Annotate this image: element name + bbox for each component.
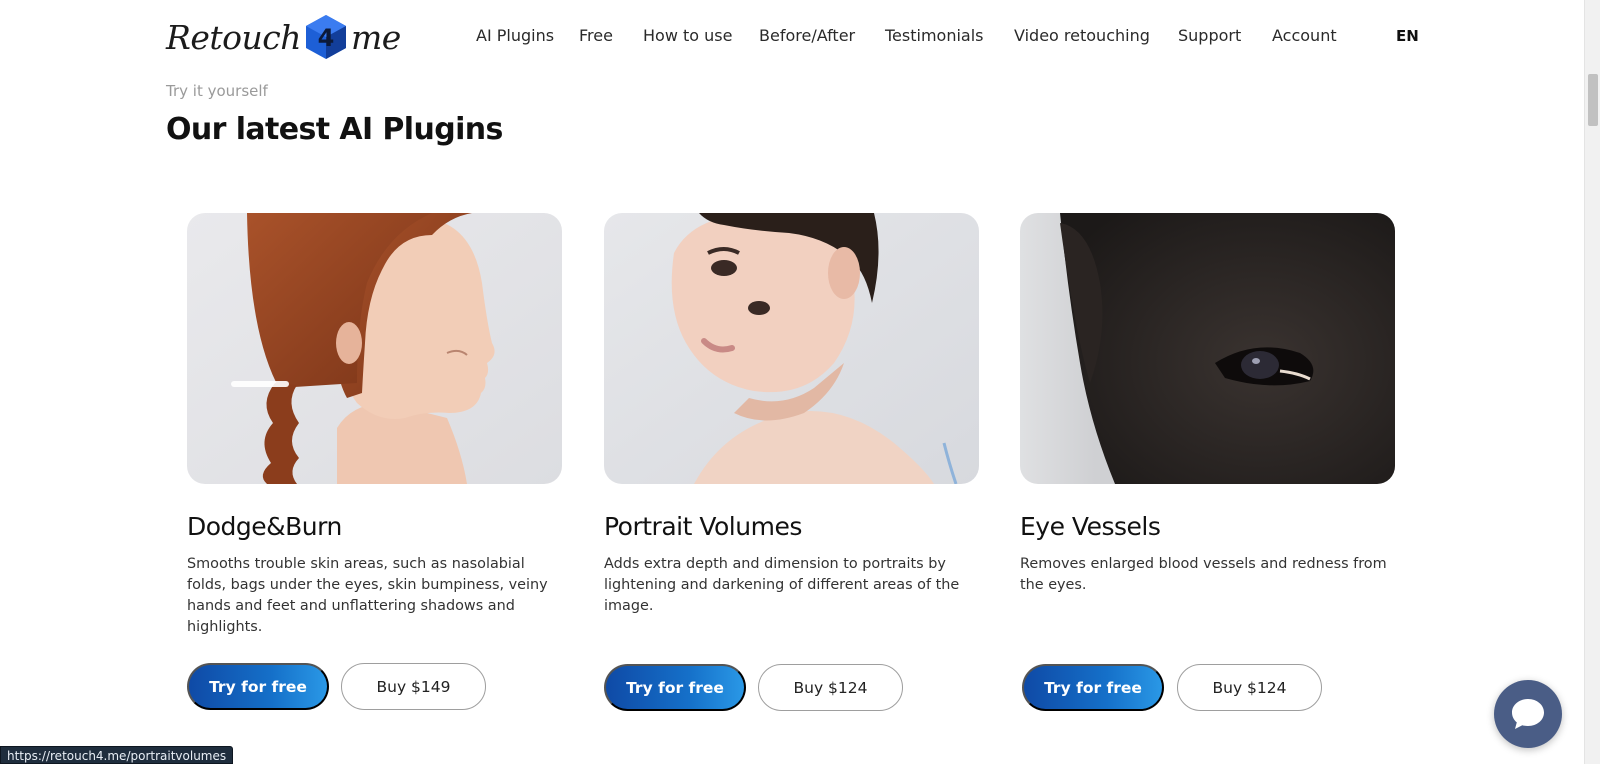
portrait-tilted-illustration xyxy=(604,213,979,484)
portrait-eye-closeup-illustration xyxy=(1020,213,1395,484)
plugin-title: Eye Vessels xyxy=(1020,512,1161,541)
hexagon-cube-icon: 4 xyxy=(306,15,346,59)
plugin-description: Removes enlarged blood vessels and redne… xyxy=(1020,556,1387,593)
language-selector[interactable]: EN xyxy=(1396,27,1419,45)
try-for-free-button[interactable]: Try for free xyxy=(1022,664,1164,711)
svg-text:4: 4 xyxy=(318,24,335,52)
plugin-image-dodge-burn[interactable] xyxy=(187,213,562,484)
logo-text-left: Retouch xyxy=(166,17,302,57)
nav-free[interactable]: Free xyxy=(579,26,613,45)
scrollbar-thumb[interactable] xyxy=(1588,74,1598,126)
plugin-title: Dodge&Burn xyxy=(187,512,342,541)
nav-how-to-use[interactable]: How to use xyxy=(643,26,732,45)
chat-bubble-icon xyxy=(1512,699,1544,729)
plugin-description: Adds extra depth and dimension to portra… xyxy=(604,556,960,614)
nav-support[interactable]: Support xyxy=(1178,26,1241,45)
chat-button[interactable] xyxy=(1494,680,1562,748)
buy-button[interactable]: Buy $149 xyxy=(341,663,486,710)
site-header: Retouch 4 me AI Plugins Free How to use … xyxy=(0,0,1548,72)
buy-button[interactable]: Buy $124 xyxy=(758,664,903,711)
plugin-card-dodge-burn: Dodge&Burn Smooths trouble skin areas, s… xyxy=(187,213,562,710)
plugin-image-portrait-volumes[interactable] xyxy=(604,213,979,484)
retouch4me-logo[interactable]: Retouch 4 me xyxy=(166,12,401,62)
nav-ai-plugins[interactable]: AI Plugins xyxy=(476,26,554,45)
logo-text-right: me xyxy=(351,17,401,57)
nav-testimonials[interactable]: Testimonials xyxy=(885,26,984,45)
section-eyebrow: Try it yourself xyxy=(166,82,268,100)
plugin-title: Portrait Volumes xyxy=(604,512,802,541)
try-for-free-button[interactable]: Try for free xyxy=(187,663,329,710)
portrait-profile-illustration xyxy=(187,213,562,484)
plugin-description: Smooths trouble skin areas, such as naso… xyxy=(187,556,548,635)
nav-before-after[interactable]: Before/After xyxy=(759,26,855,45)
nav-account[interactable]: Account xyxy=(1272,26,1337,45)
status-bar-url: https://retouch4.me/portraitvolumes xyxy=(0,746,234,764)
plugin-card-eye-vessels: Eye Vessels Removes enlarged blood vesse… xyxy=(1020,213,1395,711)
try-for-free-button[interactable]: Try for free xyxy=(604,664,746,711)
plugin-card-portrait-volumes: Portrait Volumes Adds extra depth and di… xyxy=(604,213,979,711)
nav-video-retouching[interactable]: Video retouching xyxy=(1014,26,1150,45)
buy-button[interactable]: Buy $124 xyxy=(1177,664,1322,711)
plugin-image-eye-vessels[interactable] xyxy=(1020,213,1395,484)
page-scrollbar[interactable] xyxy=(1584,0,1600,764)
section-title: Our latest AI Plugins xyxy=(166,112,503,147)
